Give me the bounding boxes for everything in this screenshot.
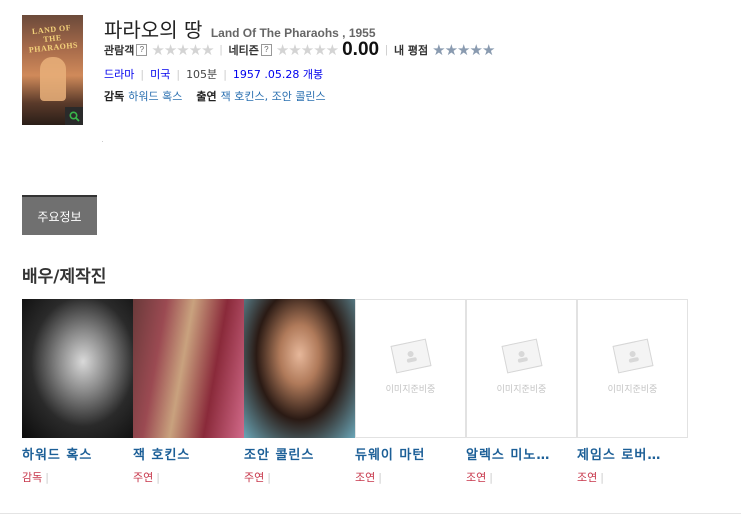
movie-poster[interactable]: LAND OF THE PHARAOHS bbox=[22, 15, 83, 125]
person-role: 조연 | bbox=[355, 471, 382, 484]
director-label: 감독 bbox=[104, 90, 125, 103]
image-placeholder-icon bbox=[611, 338, 654, 374]
cast-card[interactable]: 이미지준비중 듀웨이 마턴 조연 | bbox=[355, 299, 466, 485]
divider-dot bbox=[102, 141, 103, 142]
person-role: 주연 | bbox=[133, 471, 160, 484]
bottom-divider bbox=[0, 513, 741, 514]
cast-label: 출연 bbox=[196, 90, 217, 103]
cast-card[interactable]: 하워드 혹스 감독 | bbox=[22, 299, 133, 485]
director-link[interactable]: 하워드 혹스 bbox=[128, 90, 182, 103]
person-photo[interactable] bbox=[22, 299, 133, 438]
genre-link[interactable]: 드라마 bbox=[104, 68, 134, 81]
credits-row: 감독 하워드 혹스 출연 잭 호킨스, 조안 콜린스 bbox=[104, 88, 326, 104]
person-name[interactable]: 알렉스 미노… bbox=[466, 444, 574, 463]
cast-card[interactable]: 조안 콜린스 주연 | bbox=[244, 299, 355, 485]
person-name[interactable]: 듀웨이 마턴 bbox=[355, 444, 463, 463]
divider: | bbox=[219, 44, 223, 56]
movie-title: 파라오의 땅 Land Of The Pharaohs , 1955 bbox=[104, 14, 376, 43]
zoom-icon[interactable] bbox=[65, 107, 83, 125]
movie-meta: 드라마 | 미국 | 105분 | 1957 .05.28 개봉 bbox=[104, 68, 324, 81]
person-photo-placeholder[interactable]: 이미지준비중 bbox=[466, 299, 577, 438]
person-name[interactable]: 잭 호킨스 bbox=[133, 444, 241, 463]
person-name[interactable]: 하워드 혹스 bbox=[22, 444, 130, 463]
image-placeholder-icon bbox=[389, 338, 432, 374]
person-role: 주연 | bbox=[244, 471, 271, 484]
image-placeholder-icon bbox=[500, 338, 543, 374]
divider: | bbox=[385, 44, 388, 56]
section-title: 배우/제작진 bbox=[22, 267, 107, 287]
cast-card[interactable]: 잭 호킨스 주연 | bbox=[133, 299, 244, 485]
cast-card[interactable]: 이미지준비중 알렉스 미노… 조연 | bbox=[466, 299, 577, 485]
netizen-help-icon[interactable]: ? bbox=[260, 44, 272, 56]
image-placeholder-text: 이미지준비중 bbox=[496, 385, 547, 395]
audience-help-icon[interactable]: ? bbox=[136, 44, 148, 56]
person-name[interactable]: 조안 콜린스 bbox=[244, 444, 352, 463]
tab-main-info[interactable]: 주요정보 bbox=[22, 195, 97, 235]
runtime: 105분 bbox=[186, 68, 218, 81]
poster-figure bbox=[40, 57, 66, 101]
audience-rating-label: 관람객 bbox=[104, 44, 135, 57]
my-rating-label: 내 평점 bbox=[393, 44, 429, 57]
movie-title-korean: 파라오의 땅 bbox=[104, 18, 203, 42]
person-photo-placeholder[interactable]: 이미지준비중 bbox=[355, 299, 466, 438]
poster-title: LAND OF THE PHARAOHS bbox=[28, 23, 79, 55]
netizen-rating-stars: ★★★★★ bbox=[275, 42, 339, 59]
netizen-score: 0.00 bbox=[342, 39, 380, 60]
person-role: 조연 | bbox=[466, 471, 493, 484]
my-rating-stars[interactable]: ★★★★★ bbox=[432, 41, 495, 59]
person-photo[interactable] bbox=[244, 299, 355, 438]
country-link[interactable]: 미국 bbox=[150, 68, 170, 81]
release-date-link[interactable]: 1957 .05.28 개봉 bbox=[233, 68, 323, 81]
audience-rating-stars: ★★★★★ bbox=[151, 42, 214, 59]
image-placeholder-text: 이미지준비중 bbox=[385, 385, 436, 395]
cast-card[interactable]: 이미지준비중 제임스 로버… 조연 | bbox=[577, 299, 688, 485]
netizen-rating-label: 네티즌 bbox=[228, 44, 259, 57]
person-photo[interactable] bbox=[133, 299, 244, 438]
person-name[interactable]: 제임스 로버… bbox=[577, 444, 685, 463]
movie-title-english: Land Of The Pharaohs , 1955 bbox=[210, 26, 376, 40]
image-placeholder-text: 이미지준비중 bbox=[607, 385, 658, 395]
person-role: 조연 | bbox=[577, 471, 604, 484]
person-role: 감독 | bbox=[22, 471, 49, 484]
cast-list: 하워드 혹스 감독 | 잭 호킨스 주연 | 조안 콜린스 주연 | 이미지준비중 듀… bbox=[22, 299, 688, 489]
rating-row: 관람객 ? ★★★★★ | 네티즌 ? ★★★★★ 0.00 | 내 평점 ★★… bbox=[104, 39, 495, 60]
person-photo-placeholder[interactable]: 이미지준비중 bbox=[577, 299, 688, 438]
actors-link[interactable]: 잭 호킨스, 조안 콜린스 bbox=[221, 90, 326, 103]
